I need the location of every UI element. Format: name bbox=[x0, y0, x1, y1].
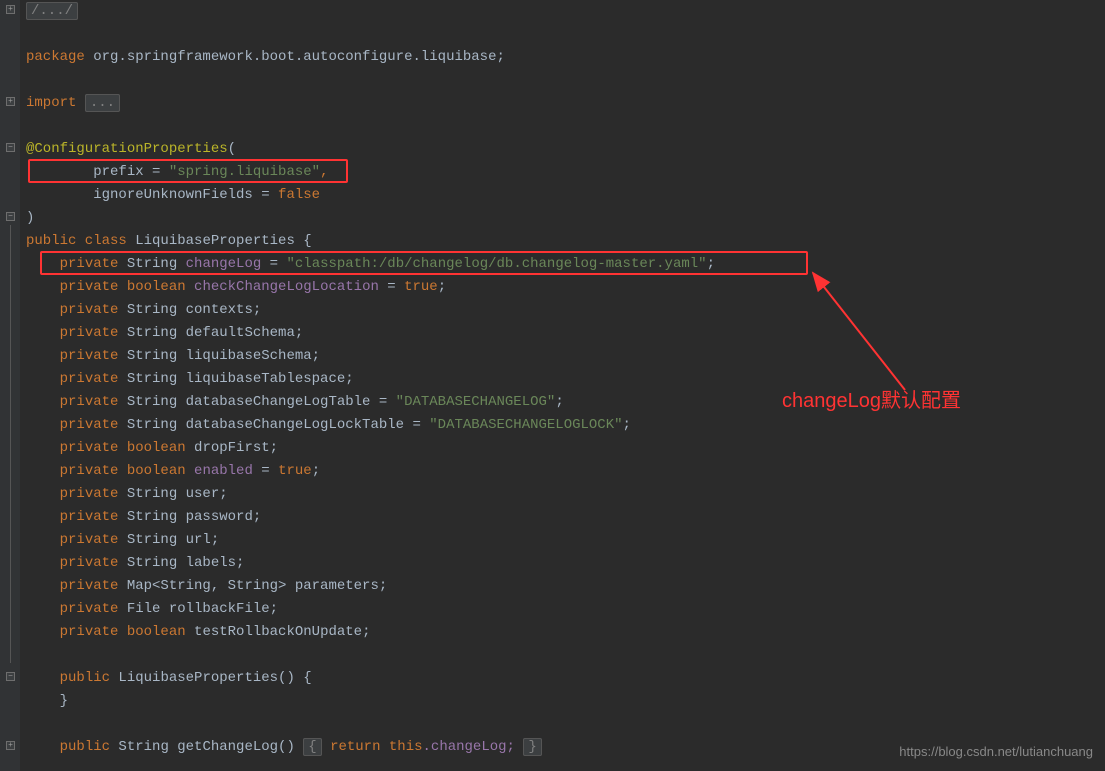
code-line: private boolean checkChangeLogLocation =… bbox=[26, 276, 1105, 299]
code-line: private String liquibaseTablespace; bbox=[26, 368, 1105, 391]
fold-icon[interactable]: + bbox=[6, 97, 15, 106]
code-line: private String liquibaseSchema; bbox=[26, 345, 1105, 368]
code-line: ) bbox=[26, 207, 1105, 230]
code-line: private String databaseChangeLogLockTabl… bbox=[26, 414, 1105, 437]
code-line: private boolean testRollbackOnUpdate; bbox=[26, 621, 1105, 644]
code-line: /.../ bbox=[26, 0, 1105, 23]
fold-icon[interactable]: + bbox=[6, 741, 15, 750]
code-line: private boolean enabled = true; bbox=[26, 460, 1105, 483]
code-line: private boolean dropFirst; bbox=[26, 437, 1105, 460]
code-line: } bbox=[26, 690, 1105, 713]
code-line: private String changeLog = "classpath:/d… bbox=[26, 253, 1105, 276]
code-line: ignoreUnknownFields = false bbox=[26, 184, 1105, 207]
code-line: public LiquibaseProperties() { bbox=[26, 667, 1105, 690]
gutter: + + − − − + bbox=[0, 0, 20, 771]
fold-line bbox=[10, 225, 11, 663]
fold-icon[interactable]: − bbox=[6, 143, 15, 152]
code-line: import ... bbox=[26, 92, 1105, 115]
fold-icon[interactable]: − bbox=[6, 672, 15, 681]
watermark: https://blog.csdn.net/lutianchuang bbox=[899, 740, 1093, 763]
code-line: private String user; bbox=[26, 483, 1105, 506]
annotation-label: changeLog默认配置 bbox=[782, 390, 961, 413]
code-line: prefix = "spring.liquibase", bbox=[26, 161, 1105, 184]
code-line: private File rollbackFile; bbox=[26, 598, 1105, 621]
code-line: public class LiquibaseProperties { bbox=[26, 230, 1105, 253]
code-line: private String url; bbox=[26, 529, 1105, 552]
code-editor: + + − − − + /.../ package org.springfram… bbox=[0, 0, 1105, 771]
code-line: private String password; bbox=[26, 506, 1105, 529]
code-line: package org.springframework.boot.autocon… bbox=[26, 46, 1105, 69]
code-line: private Map<String, String> parameters; bbox=[26, 575, 1105, 598]
code-line: private String labels; bbox=[26, 552, 1105, 575]
code-line: @ConfigurationProperties( bbox=[26, 138, 1105, 161]
code-line: private String defaultSchema; bbox=[26, 322, 1105, 345]
code-line: private String contexts; bbox=[26, 299, 1105, 322]
code-area[interactable]: /.../ package org.springframework.boot.a… bbox=[20, 0, 1105, 771]
fold-icon[interactable]: − bbox=[6, 212, 15, 221]
fold-icon[interactable]: + bbox=[6, 5, 15, 14]
